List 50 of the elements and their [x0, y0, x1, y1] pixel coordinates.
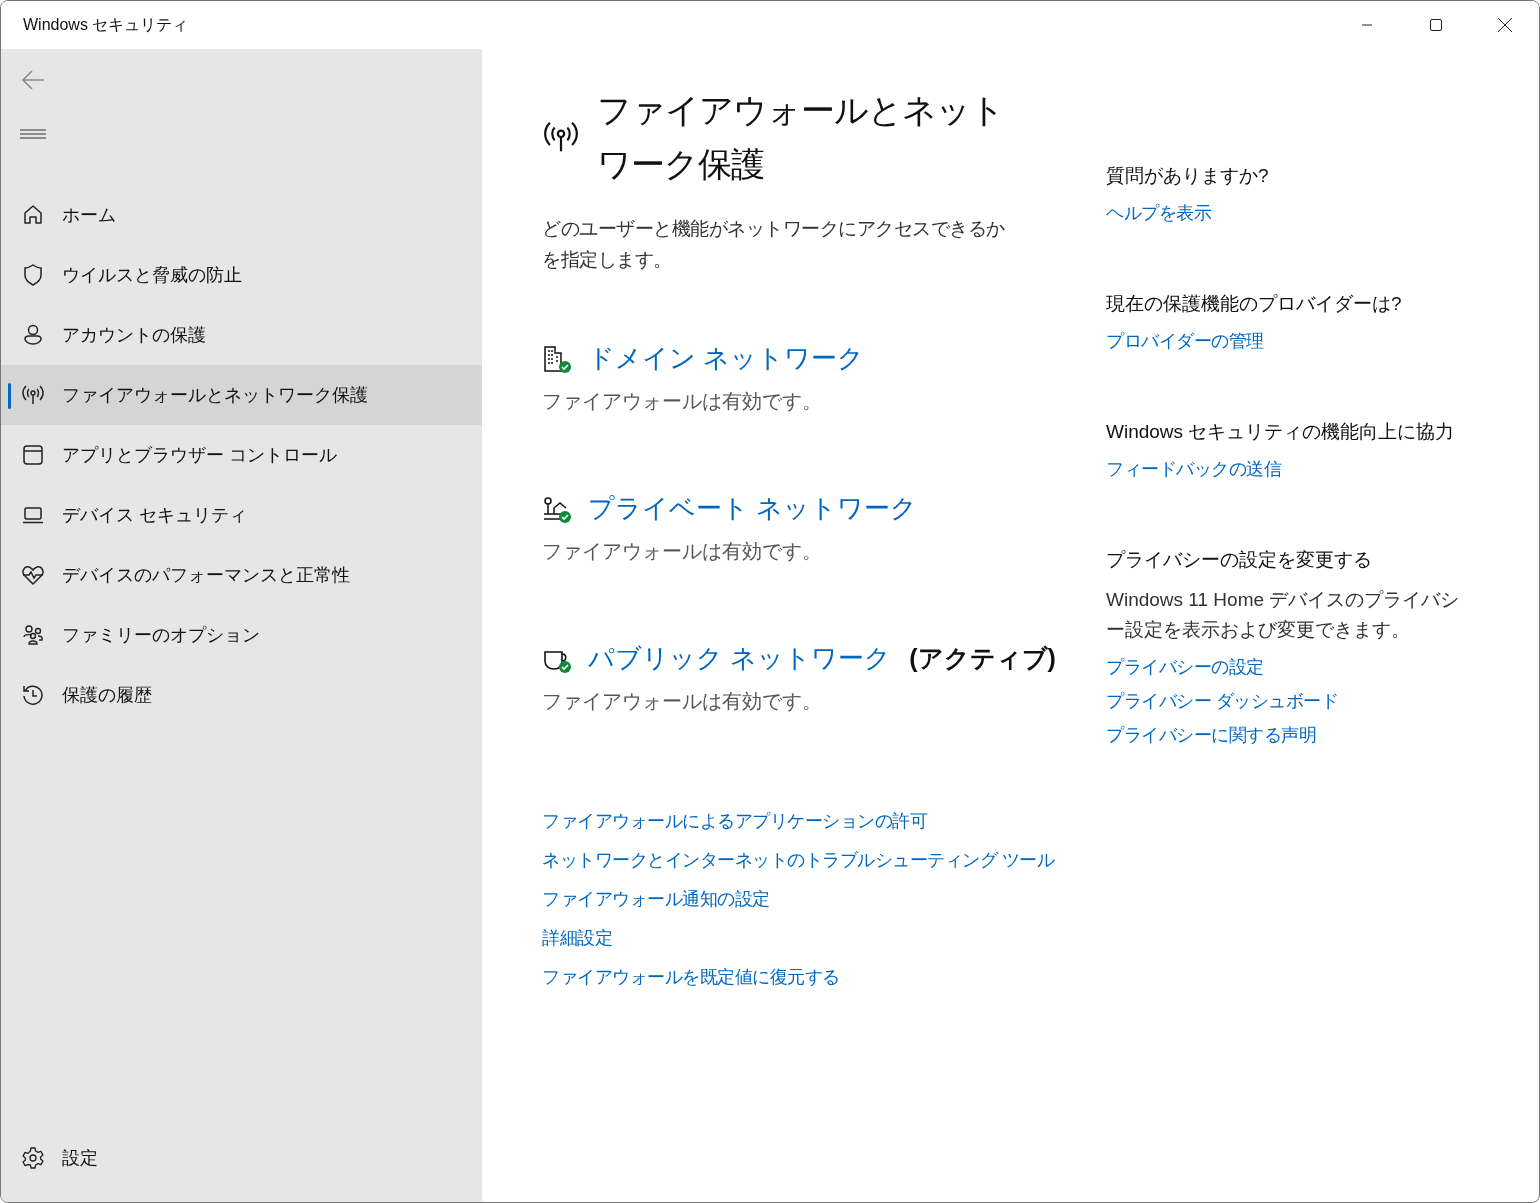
page-description: どのユーザーと機能がネットワークにアクセスできるかを指定します。	[542, 217, 1006, 272]
help-link[interactable]: プライバシーの設定	[1106, 655, 1264, 679]
help-link[interactable]: プライバシーに関する声明	[1106, 723, 1316, 747]
browser-window-icon	[21, 443, 45, 467]
section-heading: Windows セキュリティの機能向上に協力	[1106, 420, 1455, 444]
sidebar-item[interactable]: 保護の履歴	[1, 665, 482, 725]
settings-link[interactable]: ファイアウォールを既定値に復元する	[542, 965, 840, 989]
person-icon	[21, 323, 45, 347]
network-link[interactable]: プライベート ネットワーク	[588, 491, 918, 526]
sidebar-item[interactable]: デバイスのパフォーマンスと正常性	[1, 545, 482, 605]
section-text: Windows 11 Home デバイスのプライバシー設定を表示および変更できます。	[1106, 588, 1461, 642]
sidebar-item[interactable]: ウイルスと脅威の防止	[1, 245, 482, 305]
sidebar-item[interactable]: ファイアウォールとネットワーク保護	[1, 365, 482, 425]
help-link[interactable]: フィードバックの送信	[1106, 457, 1281, 481]
firewall-status: ファイアウォールは有効です。	[542, 689, 823, 714]
back-button[interactable]	[20, 69, 46, 91]
help-link[interactable]: プロバイダーの管理	[1106, 329, 1264, 353]
settings-link[interactable]: ファイアウォール通知の設定	[542, 887, 770, 911]
antenna-icon	[21, 383, 45, 407]
firewall-status: ファイアウォールは有効です。	[542, 389, 823, 414]
help-link[interactable]: プライバシー ダッシュボード	[1106, 689, 1338, 713]
settings-item[interactable]: 設定	[1, 1128, 482, 1188]
menu-button[interactable]	[20, 127, 46, 141]
home-icon	[21, 203, 45, 227]
shield-icon	[21, 263, 45, 287]
section-heading: プライバシーの設定を変更する	[1106, 548, 1372, 572]
settings-icon	[21, 1146, 45, 1170]
settings-link[interactable]: ファイアウォールによるアプリケーションの許可	[542, 809, 927, 833]
sidebar-item[interactable]: アプリとブラウザー コントロール	[1, 425, 482, 485]
firewall-status: ファイアウォールは有効です。	[542, 539, 823, 564]
sidebar-item[interactable]: ホーム	[1, 185, 482, 245]
minimize-icon	[1361, 24, 1372, 26]
page-title: ファイアウォールとネットワーク保護	[597, 90, 1005, 185]
heart-pulse-icon	[21, 563, 45, 587]
history-icon	[21, 683, 45, 707]
sidebar-item[interactable]: アカウントの保護	[1, 305, 482, 365]
network-link[interactable]: パブリック ネットワーク	[588, 641, 892, 676]
window-title: Windows セキュリティ	[23, 14, 189, 35]
close-icon	[1497, 17, 1512, 33]
sidebar-item[interactable]: デバイス セキュリティ	[1, 485, 482, 545]
help-link[interactable]: ヘルプを表示	[1106, 201, 1211, 225]
settings-link[interactable]: 詳細設定	[542, 926, 612, 950]
settings-link[interactable]: ネットワークとインターネットのトラブルシューティング ツール	[542, 848, 1054, 872]
section-heading: 現在の保護機能のプロバイダーは?	[1106, 292, 1402, 316]
section-heading: 質問がありますか?	[1106, 164, 1269, 188]
people-icon	[21, 623, 45, 647]
network-link[interactable]: ドメイン ネットワーク	[588, 341, 865, 376]
active-label: (アクティブ)	[909, 643, 1056, 674]
sidebar-item[interactable]: ファミリーのオプション	[1, 605, 482, 665]
maximize-icon	[1429, 19, 1442, 31]
